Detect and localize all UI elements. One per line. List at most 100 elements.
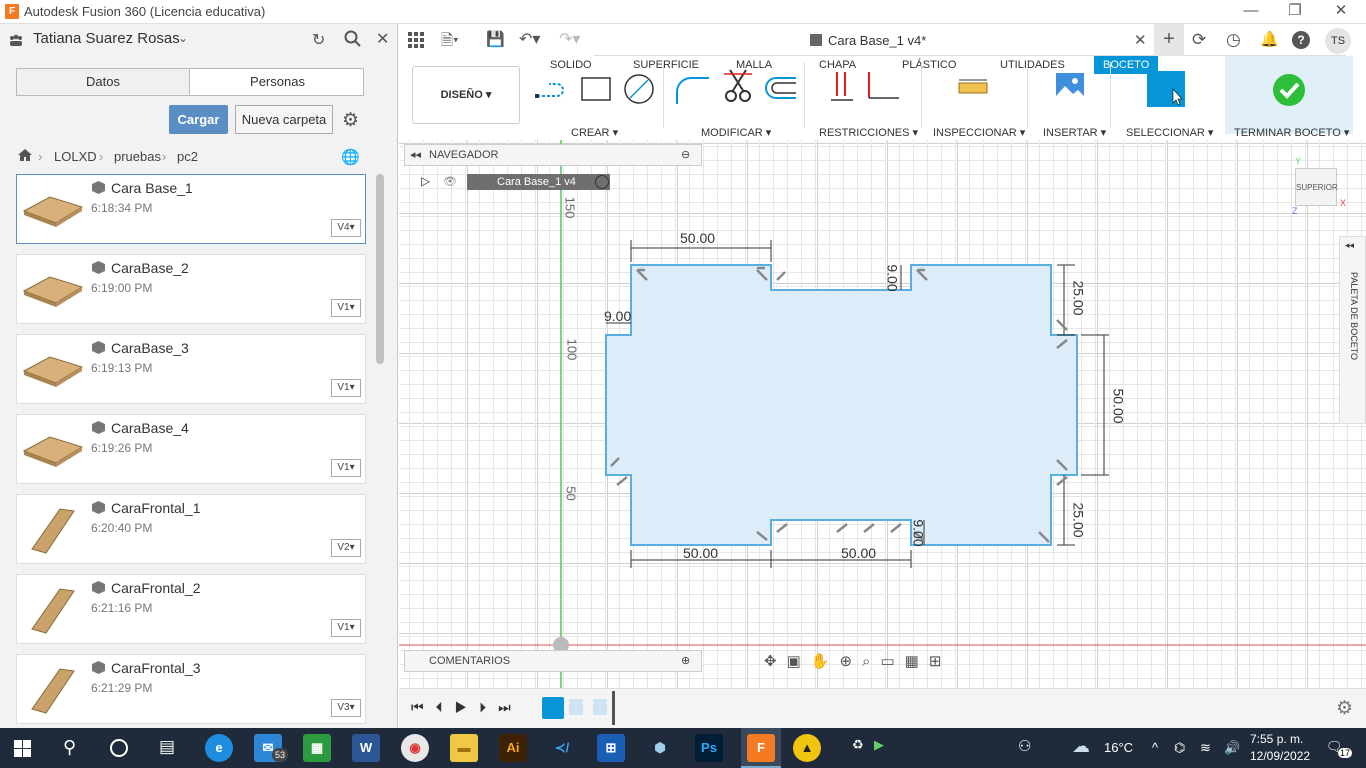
weather-cloud-icon[interactable]: ☁ bbox=[1072, 736, 1090, 757]
task-view-icon[interactable]: ▤ bbox=[159, 737, 175, 757]
tab-superficie[interactable]: SUPERFICIE bbox=[633, 59, 699, 71]
visibility-eye-icon[interactable]: 👁 bbox=[443, 175, 457, 188]
edge-icon[interactable]: e bbox=[205, 734, 233, 762]
excel-icon[interactable]: ▦ bbox=[303, 734, 331, 762]
constraint-parallel-icon[interactable] bbox=[831, 70, 853, 105]
close-button[interactable]: ✕ bbox=[1318, 0, 1364, 24]
pan-hand-icon[interactable]: ✋ bbox=[811, 653, 840, 670]
dim-bottom-right-50[interactable]: 50.00 bbox=[841, 545, 876, 561]
undo-icon[interactable]: ↶▾ bbox=[519, 29, 540, 49]
navigator-minus-icon[interactable]: ⊖ bbox=[681, 148, 690, 161]
clock-date[interactable]: 12/09/2022 bbox=[1250, 749, 1310, 763]
user-name[interactable]: Tatiana Suarez Rosas bbox=[33, 30, 180, 47]
file-card[interactable]: CaraFrontal_2 6:21:16 PM V1▾ bbox=[16, 574, 366, 644]
timeline-settings-gear-icon[interactable]: ⚙ bbox=[1336, 697, 1353, 720]
refresh-icon[interactable]: ↻ bbox=[312, 30, 325, 50]
circle-tool-icon[interactable] bbox=[622, 72, 656, 109]
tab-datos[interactable]: Datos bbox=[17, 69, 190, 95]
photoshop-icon[interactable]: Ps bbox=[695, 734, 723, 762]
fillet-tool-icon[interactable] bbox=[675, 74, 711, 109]
apps-grid-icon[interactable] bbox=[408, 32, 424, 51]
chrome-icon[interactable]: ◉ bbox=[401, 734, 429, 762]
timeline-feature[interactable] bbox=[593, 699, 607, 715]
help-icon[interactable]: ? bbox=[1292, 31, 1310, 49]
zoom-icon[interactable]: ⊕ bbox=[839, 653, 862, 670]
orbit-icon[interactable]: ✥ bbox=[764, 653, 787, 670]
network-icon[interactable]: ⌬ bbox=[1174, 740, 1185, 756]
tab-plastico[interactable]: PLÁSTICO bbox=[902, 59, 956, 71]
close-tab-icon[interactable]: ✕ bbox=[1134, 31, 1147, 49]
dim-notch-9[interactable]: 9.00 bbox=[885, 264, 901, 291]
minimize-button[interactable]: — bbox=[1228, 0, 1274, 24]
go-end-icon[interactable]: ⏭ bbox=[498, 699, 523, 715]
breadcrumb-pruebas[interactable]: pruebas bbox=[114, 149, 161, 164]
restore-button[interactable]: ❐ bbox=[1272, 0, 1318, 24]
new-tab-icon[interactable]: + bbox=[1154, 24, 1184, 56]
version-dropdown[interactable]: V2▾ bbox=[331, 539, 361, 557]
group-modificar[interactable]: MODIFICAR ▾ bbox=[701, 126, 771, 139]
activate-radio-icon[interactable] bbox=[595, 175, 609, 189]
file-card[interactable]: CaraBase_3 6:19:13 PM V1▾ bbox=[16, 334, 366, 404]
volume-icon[interactable]: 🔊 bbox=[1224, 740, 1240, 756]
dim-right-top-25[interactable]: 25.00 bbox=[1071, 280, 1087, 315]
notification-bell-icon[interactable]: 🔔 bbox=[1260, 30, 1279, 48]
redo-icon[interactable]: ↷▾ bbox=[559, 29, 580, 49]
trim-scissors-icon[interactable] bbox=[724, 68, 752, 107]
cortana-icon[interactable] bbox=[110, 739, 128, 757]
file-card[interactable]: Cara Base_1 6:18:34 PM V4▾ bbox=[16, 174, 366, 244]
autodesk-app-icon[interactable]: ▲ bbox=[793, 734, 821, 762]
version-dropdown[interactable]: V1▾ bbox=[331, 299, 361, 317]
file-card[interactable]: CaraBase_2 6:19:00 PM V1▾ bbox=[16, 254, 366, 324]
timeline-feature[interactable] bbox=[569, 699, 583, 715]
dim-right-mid-50[interactable]: 50.00 bbox=[1111, 388, 1127, 423]
avatar[interactable]: TS bbox=[1325, 28, 1351, 54]
tab-solido[interactable]: SOLIDO bbox=[550, 59, 592, 71]
save-icon[interactable]: 💾 bbox=[486, 30, 505, 48]
expand-arrow-icon[interactable]: ▷ bbox=[421, 174, 430, 188]
clock-icon[interactable]: ◷ bbox=[1226, 30, 1241, 50]
chevron-down-icon[interactable]: ⌄ bbox=[178, 31, 188, 45]
version-dropdown[interactable]: V4▾ bbox=[331, 219, 361, 237]
group-crear[interactable]: CREAR ▾ bbox=[571, 126, 618, 139]
breadcrumb-pc2[interactable]: pc2 bbox=[177, 149, 198, 164]
fusion-taskbar-button[interactable]: F bbox=[741, 728, 781, 768]
file-card[interactable]: CaraFrontal_3 6:21:29 PM V3▾ bbox=[16, 654, 366, 724]
collapse-icon[interactable]: ◂◂ bbox=[410, 148, 421, 161]
word-icon[interactable]: W bbox=[352, 734, 380, 762]
grid-icon[interactable]: ▦ bbox=[905, 653, 929, 670]
version-dropdown[interactable]: V1▾ bbox=[331, 619, 361, 637]
fit-icon[interactable]: ⌕ bbox=[862, 653, 880, 670]
file-explorer-icon[interactable]: ▬ bbox=[450, 734, 478, 762]
line-tool-icon[interactable] bbox=[535, 74, 571, 107]
3d-cube-icon[interactable]: ⬢ bbox=[646, 734, 674, 762]
constraint-perpendicular-icon[interactable] bbox=[865, 70, 901, 105]
viewcube[interactable]: SUPERIOR bbox=[1295, 168, 1338, 206]
insert-image-icon[interactable] bbox=[1055, 72, 1085, 105]
sync-icon[interactable]: ⟳ bbox=[1192, 30, 1206, 50]
recycle-tray-icon[interactable]: ♻ bbox=[852, 737, 864, 753]
terminal-tray-icon[interactable]: ▶ bbox=[874, 737, 884, 753]
dim-top-50[interactable]: 50.00 bbox=[680, 230, 715, 246]
file-card[interactable]: CaraBase_4 6:19:26 PM V1▾ bbox=[16, 414, 366, 484]
breadcrumb-lolxd[interactable]: LOLXD bbox=[54, 149, 97, 164]
navigator-panel[interactable]: ◂◂ NAVEGADOR ⊖ bbox=[404, 144, 702, 166]
finish-sketch-button[interactable]: TERMINAR BOCETO ▾ bbox=[1225, 56, 1353, 139]
version-dropdown[interactable]: V1▾ bbox=[331, 379, 361, 397]
home-icon[interactable] bbox=[17, 148, 33, 165]
vscode-icon[interactable]: ≺/ bbox=[548, 734, 576, 762]
wifi-icon[interactable]: ≋ bbox=[1200, 740, 1211, 756]
measure-ruler-icon[interactable] bbox=[958, 78, 988, 99]
globe-icon[interactable]: 🌐 bbox=[341, 148, 360, 166]
sketch-canvas[interactable]: 50.00 9.00 9.00 25.00 50.00 25.00 50.00 … bbox=[399, 140, 1366, 688]
workspace-dropdown[interactable]: DISEÑO ▾ bbox=[412, 66, 520, 124]
group-insertar[interactable]: INSERTAR ▾ bbox=[1043, 126, 1106, 139]
display-icon[interactable]: ▭ bbox=[880, 653, 904, 670]
offset-tool-icon[interactable] bbox=[762, 74, 798, 105]
timeline-marker[interactable] bbox=[612, 691, 615, 725]
sketch-svg[interactable] bbox=[399, 140, 1366, 688]
dim-bottom-left-50[interactable]: 50.00 bbox=[683, 545, 718, 561]
dim-right-bot-25[interactable]: 25.00 bbox=[1071, 502, 1087, 537]
clock-time[interactable]: 7:55 p. m. bbox=[1250, 732, 1303, 746]
navigator-item[interactable]: Cara Base_1 v4 bbox=[467, 174, 610, 190]
step-forward-icon[interactable]: ⏵ bbox=[479, 699, 498, 715]
